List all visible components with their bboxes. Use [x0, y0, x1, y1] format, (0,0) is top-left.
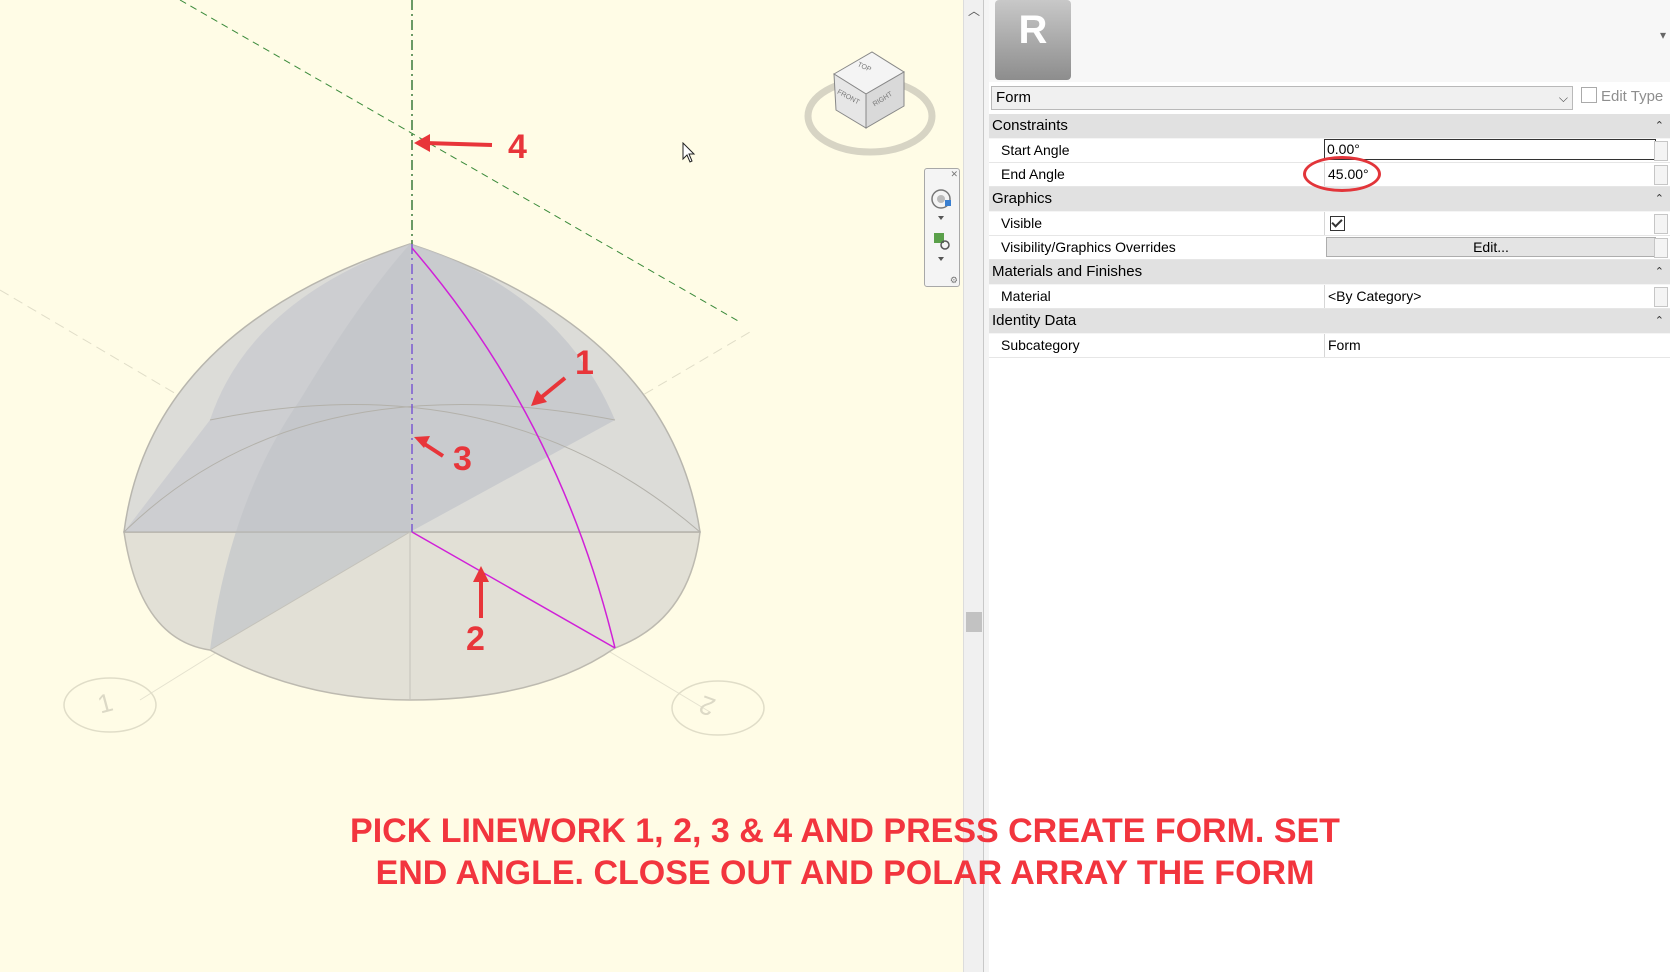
caption-line-2: END ANGLE. CLOSE OUT AND POLAR ARRAY THE…	[375, 854, 1315, 892]
properties-grid: Constraints ⌃ Start Angle 0.00° End Angle…	[989, 114, 1670, 358]
revit-logo: R	[995, 0, 1071, 80]
visible-checkbox[interactable]	[1330, 216, 1345, 231]
annotation-label-4: 4	[508, 128, 527, 166]
material-value[interactable]: <By Category>	[1324, 285, 1652, 308]
chevron-down-icon[interactable]: ▾	[1660, 28, 1666, 42]
navigation-bar[interactable]: ✕ ⚙	[924, 168, 960, 287]
collapse-icon[interactable]: ⌃	[1655, 309, 1664, 333]
property-name: End Angle	[1001, 166, 1065, 182]
steering-wheel-icon-center	[937, 195, 945, 203]
type-preview: R ▾	[989, 0, 1670, 82]
annotation-arrow-4	[424, 141, 493, 147]
category-label: Materials and Finishes	[992, 263, 1143, 280]
property-row-material: Material <By Category>	[989, 285, 1670, 309]
category-constraints[interactable]: Constraints ⌃	[989, 114, 1670, 139]
category-label: Constraints	[992, 117, 1068, 134]
edit-type-button[interactable]: Edit Type	[1581, 86, 1663, 110]
collapse-icon[interactable]: ⌃	[1655, 187, 1664, 211]
annotation-label-1: 1	[575, 344, 594, 382]
chevron-up-icon[interactable]: ︿	[968, 2, 980, 19]
collapse-icon[interactable]: ⌃	[1655, 260, 1664, 284]
collapse-icon[interactable]: ⌃	[1655, 114, 1664, 138]
grid-bubble-2[interactable]	[671, 680, 765, 736]
row-scroll-stub	[1654, 165, 1668, 185]
settings-icon[interactable]: ⚙	[950, 275, 958, 286]
chevron-down-icon[interactable]	[938, 257, 944, 261]
subcategory-value[interactable]: Form	[1324, 334, 1652, 357]
steering-wheel-icon-accent	[945, 200, 951, 206]
arrow-head	[414, 134, 430, 152]
chevron-down-icon[interactable]	[938, 216, 944, 220]
row-scroll-stub	[1654, 287, 1668, 307]
navigation-tools	[931, 189, 951, 261]
scrollbar-thumb[interactable]	[966, 612, 982, 632]
zoom-icon-lens	[940, 240, 950, 250]
chevron-down-icon[interactable]: ⌵	[1559, 87, 1568, 109]
category-identity-data[interactable]: Identity Data ⌃	[989, 309, 1670, 334]
property-name: Material	[1001, 288, 1051, 304]
row-scroll-stub	[1654, 141, 1668, 161]
property-row-subcategory: Subcategory Form	[989, 334, 1670, 358]
caption-line-1: PICK LINEWORK 1, 2, 3 & 4 AND PRESS CREA…	[350, 812, 1340, 850]
instruction-caption: PICK LINEWORK 1, 2, 3 & 4 AND PRESS CREA…	[0, 810, 1670, 894]
type-selector[interactable]: Form ⌵	[991, 86, 1573, 110]
category-label: Identity Data	[992, 312, 1077, 329]
annotation-label-3: 3	[453, 440, 472, 478]
property-name: Visible	[1001, 215, 1042, 231]
property-name: Visibility/Graphics Overrides	[1001, 239, 1176, 255]
annotation-label-2: 2	[466, 620, 485, 658]
start-angle-input[interactable]: 0.00°	[1324, 139, 1656, 160]
property-name: Subcategory	[1001, 337, 1080, 353]
row-scroll-stub	[1654, 214, 1668, 234]
end-angle-highlight-circle	[1303, 156, 1381, 192]
property-row-visible: Visible	[989, 212, 1670, 236]
mouse-cursor-icon	[682, 142, 696, 163]
property-name: Start Angle	[1001, 142, 1070, 158]
visible-value	[1324, 212, 1652, 235]
dome-base[interactable]	[123, 531, 701, 701]
category-materials[interactable]: Materials and Finishes ⌃	[989, 260, 1670, 285]
vg-overrides-edit-button[interactable]: Edit...	[1326, 237, 1656, 257]
property-row-vg-overrides: Visibility/Graphics Overrides Edit...	[989, 236, 1670, 260]
category-label: Graphics	[992, 190, 1053, 207]
edit-type-label: Edit Type	[1601, 88, 1664, 105]
type-selector-value: Form	[996, 89, 1031, 106]
row-scroll-stub	[1654, 238, 1668, 258]
type-selector-row: Form ⌵ Edit Type	[989, 84, 1670, 112]
close-icon[interactable]: ✕	[950, 169, 958, 180]
edit-type-icon	[1581, 87, 1597, 103]
